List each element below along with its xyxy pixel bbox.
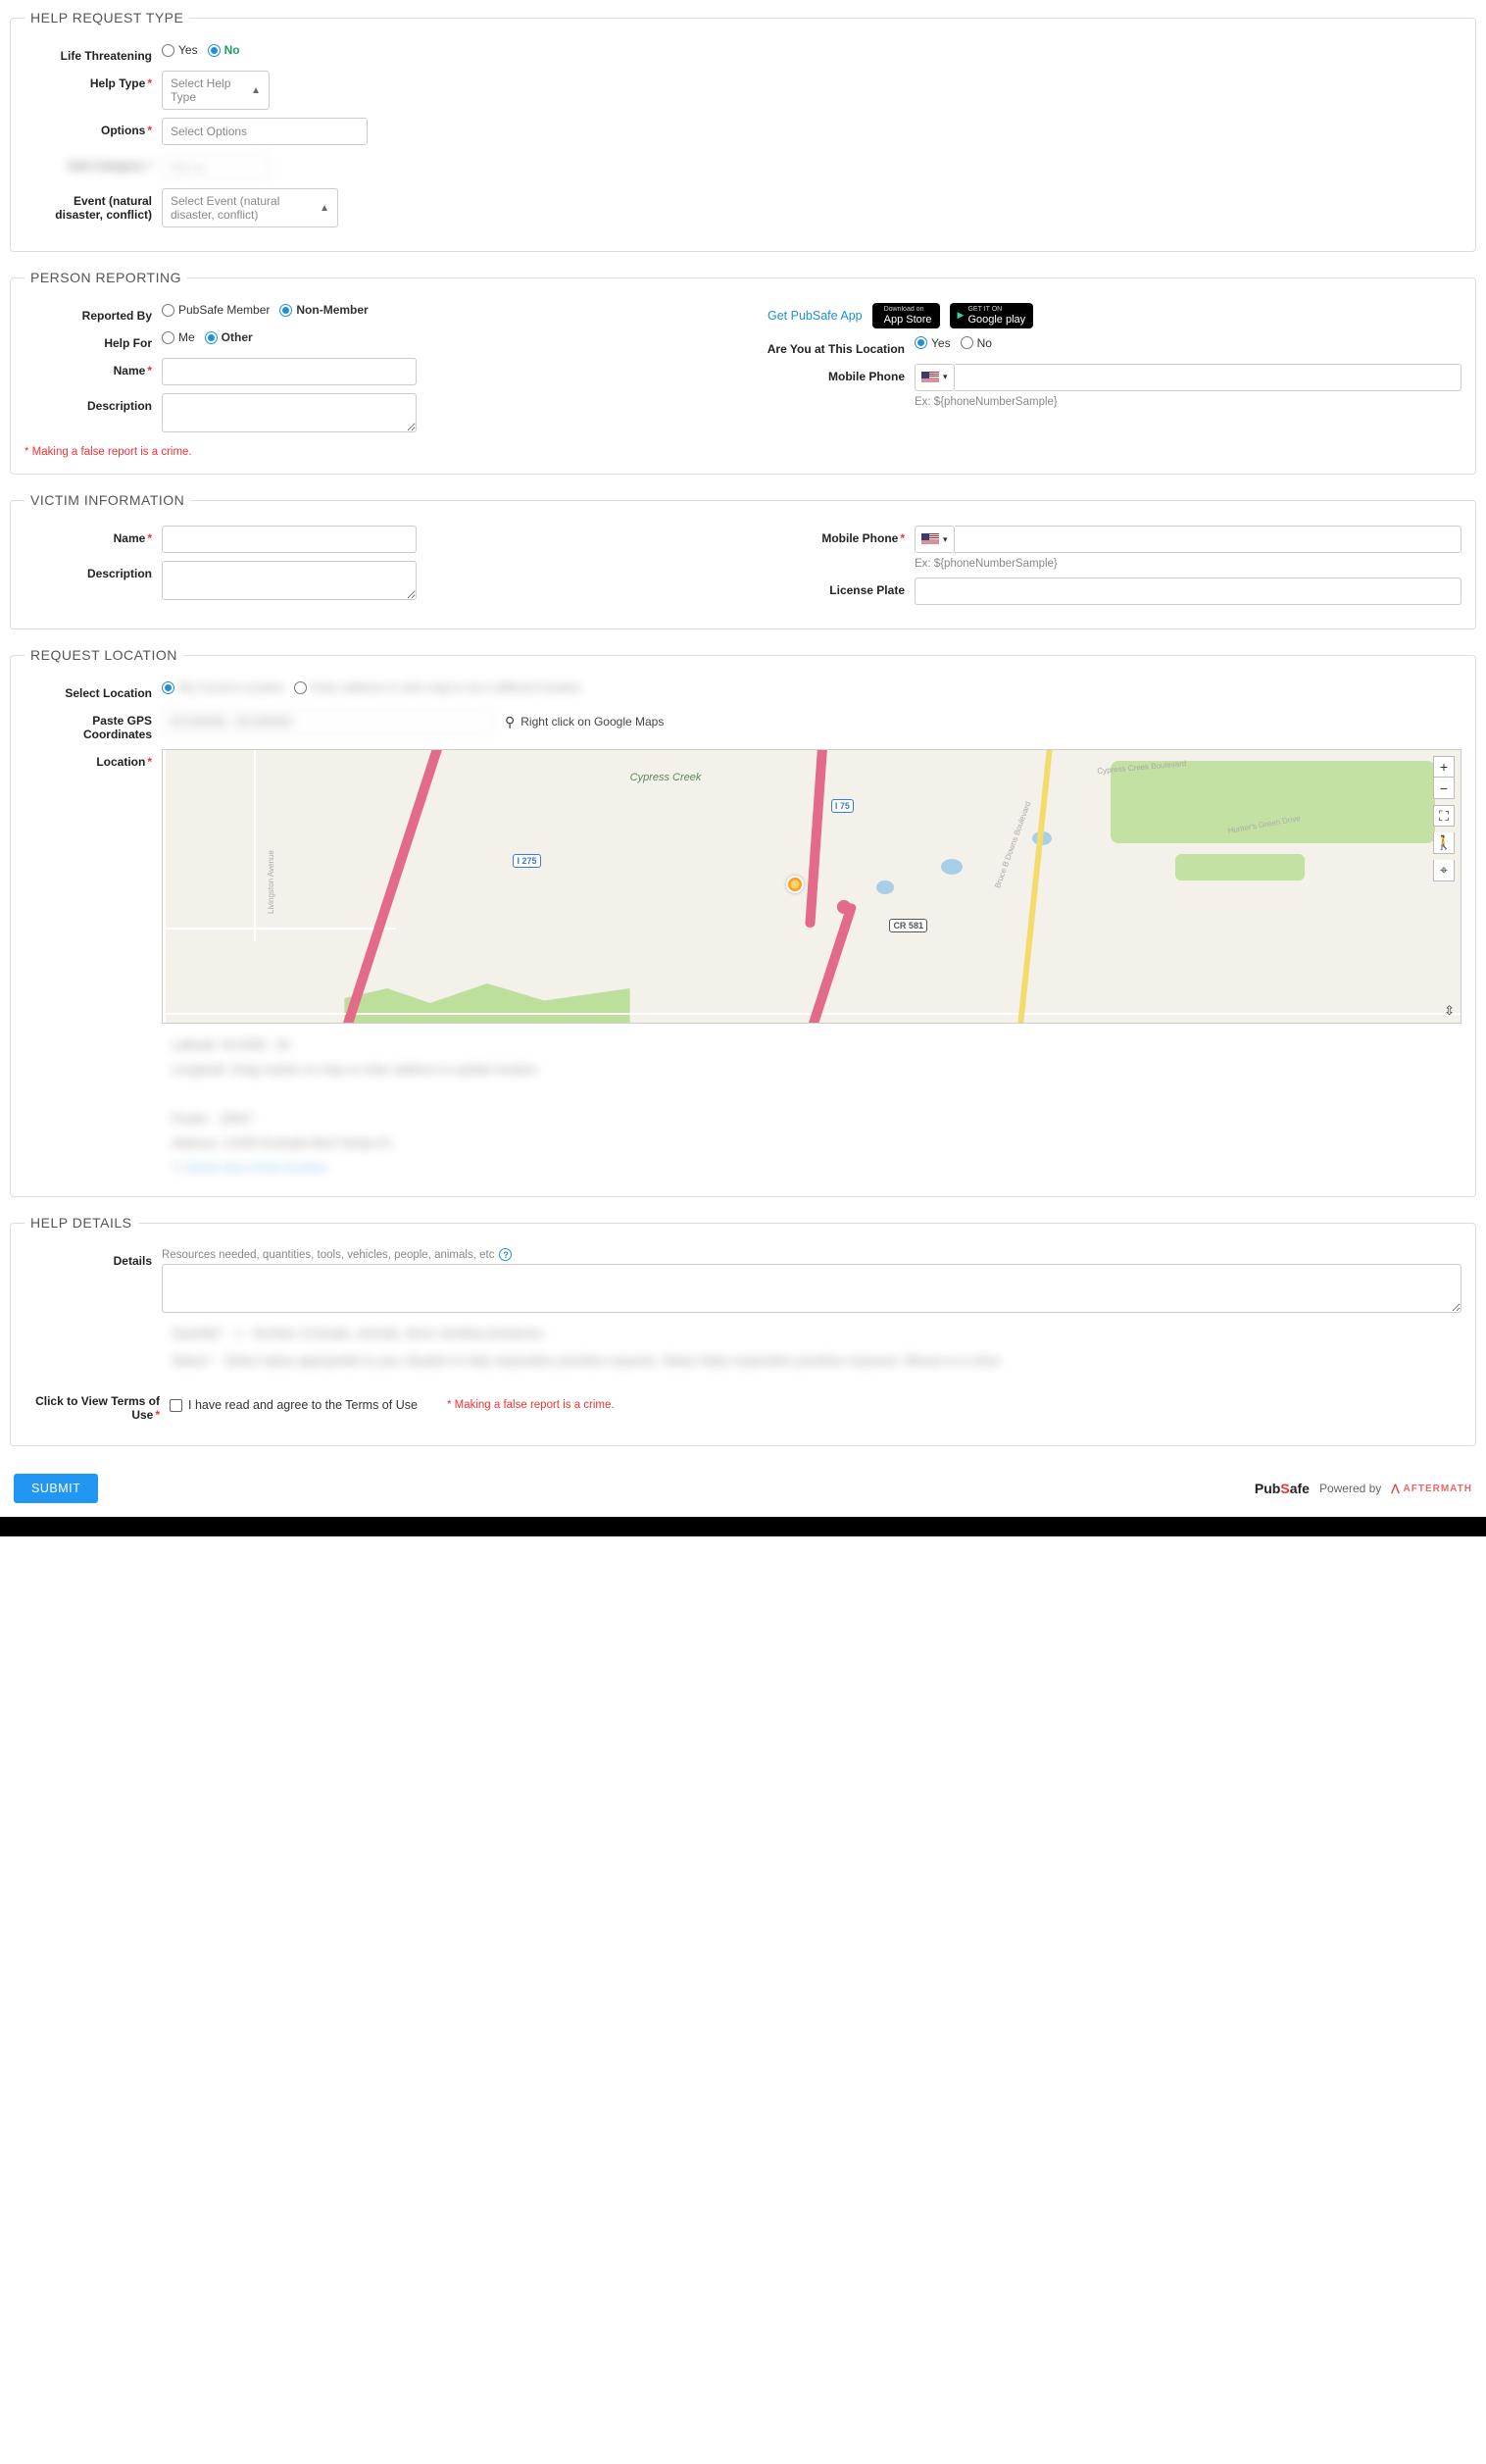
map-locate-icon[interactable]: ⌖ [1433,860,1455,881]
input-license-plate[interactable] [915,578,1461,605]
radio-help-for-me[interactable]: Me [162,330,195,344]
obscured-detail-extras: Quantity*: 1 Number of people, animals, … [25,1321,1461,1375]
hint-phone-example: Ex: ${phoneNumberSample} [915,396,1058,408]
textarea-reporter-description[interactable] [162,393,417,432]
obscured-location-extras: Latitude: 00.0000 00 Longitude: Drag mar… [25,1033,1461,1181]
section-help-request-type: HELP REQUEST TYPE Life Threatening Yes N… [10,10,1476,252]
shield-cr581: CR 581 [889,919,927,932]
section-title: VICTIM INFORMATION [25,492,190,508]
play-icon: ▶ [958,311,965,321]
map-fullscreen-icon[interactable]: ⛶ [1433,805,1455,827]
link-get-pubsafe-app[interactable]: Get PubSafe App [768,309,863,323]
warning-false-report: * Making a false report is a crime. [25,446,1461,458]
section-title: PERSON REPORTING [25,270,187,285]
shield-i275: I 275 [513,854,540,868]
pubsafe-logo: PubSafe [1255,1481,1310,1496]
map-viewport[interactable]: Cypress Creek I 275 I 75 CR 581 Livingst… [162,749,1461,1024]
map-zoom-out[interactable]: − [1433,778,1455,799]
flag-us-icon [921,372,939,383]
label-life-threatening: Life Threatening [25,43,162,63]
section-person-reporting: PERSON REPORTING Reported By PubSafe Mem… [10,270,1476,475]
radio-life-threatening-yes[interactable]: Yes [162,43,198,57]
flag-us-icon [921,533,939,545]
bottom-bar [0,1517,1486,1536]
warning-false-report-2: * Making a false report is a crime. [447,1399,615,1411]
label-help-type: Help Type* [25,71,162,90]
caret-up-icon: ▲ [251,85,261,96]
section-title: HELP REQUEST TYPE [25,10,189,25]
label-victim-name: Name* [25,526,162,545]
powered-by-label: Powered by [1319,1482,1381,1495]
radio-at-location-yes[interactable]: Yes [915,336,951,350]
label-description: Description [25,393,162,413]
label-options: Options* [25,118,162,137]
map-zoom-in[interactable]: + [1433,756,1455,778]
label-event: Event (natural disaster, conflict) [25,188,162,222]
label-license-plate: License Plate [758,578,915,597]
input-victim-phone[interactable] [955,526,1461,553]
radio-location-option-a[interactable]: My Current Location [162,680,284,694]
label-paste-gps: Paste GPS Coordinates [25,708,162,741]
map-resize-handle[interactable]: ⇳ [1444,1003,1455,1019]
map-streetview-icon[interactable]: 🚶 [1433,832,1455,854]
checkbox-terms[interactable]: I have read and agree to the Terms of Us… [170,1398,418,1412]
submit-button[interactable]: SUBMIT [14,1474,98,1503]
label-at-location: Are You at This Location [758,336,915,356]
caret-down-icon: ▾ [943,372,948,382]
radio-at-location-no[interactable]: No [961,336,992,350]
section-request-location: REQUEST LOCATION Select Location My Curr… [10,647,1476,1197]
radio-non-member[interactable]: Non-Member [279,303,368,317]
label-location: Location* [25,749,162,769]
label-terms: Click to View Terms of Use* [25,1388,170,1422]
hint-gps-right-click: Right click on Google Maps [520,715,664,729]
label-victim-description: Description [25,561,162,580]
map-area-label: Cypress Creek [630,772,702,783]
label-victim-phone: Mobile Phone* [758,526,915,545]
section-title: REQUEST LOCATION [25,647,183,663]
footer: SUBMIT PubSafe Powered by ⋀AFTERMATH [10,1464,1476,1517]
input-gps-coordinates[interactable] [162,708,495,735]
select-help-type[interactable]: Select Help Type▲ [162,71,270,110]
radio-help-for-other[interactable]: Other [205,330,253,344]
map-pin-icon: ⚲ [505,714,515,730]
map-marker-icon[interactable] [786,876,804,893]
badge-app-store[interactable]: Download onApp Store [872,303,940,328]
obscured-row: Sub-Category * Any ▲ [25,153,1461,180]
input-victim-name[interactable] [162,526,417,553]
label-name: Name* [25,358,162,377]
input-reporter-name[interactable] [162,358,417,385]
select-options[interactable]: Select Options [162,118,368,145]
select-event[interactable]: Select Event (natural disaster, conflict… [162,188,338,227]
caret-up-icon: ▲ [320,203,329,214]
select-victim-country-code[interactable]: ▾ [915,526,955,553]
aftermath-logo: ⋀AFTERMATH [1391,1483,1472,1494]
hint-phone-example: Ex: ${phoneNumberSample} [915,558,1058,570]
badge-google-play[interactable]: ▶GET IT ONGoogle play [950,303,1034,328]
radio-pubsafe-member[interactable]: PubSafe Member [162,303,270,317]
label-select-location: Select Location [25,680,162,700]
section-title: HELP DETAILS [25,1215,138,1231]
select-country-code[interactable]: ▾ [915,364,955,391]
label-mobile-phone: Mobile Phone [758,364,915,383]
textarea-victim-description[interactable] [162,561,417,600]
section-victim-information: VICTIM INFORMATION Name* Description Mob… [10,492,1476,629]
label-details: Details [25,1248,162,1268]
radio-life-threatening-no[interactable]: No [208,43,240,57]
label-reported-by: Reported By [25,303,162,323]
shield-i75: I 75 [831,799,854,813]
info-icon[interactable]: ? [499,1248,512,1261]
section-help-details: HELP DETAILS Details Resources needed, q… [10,1215,1476,1446]
caret-down-icon: ▾ [943,534,948,545]
label-help-for: Help For [25,330,162,350]
radio-location-option-b[interactable]: Enter address or click map to set a diff… [294,680,581,694]
input-reporter-phone[interactable] [955,364,1461,391]
textarea-details[interactable] [162,1264,1461,1313]
